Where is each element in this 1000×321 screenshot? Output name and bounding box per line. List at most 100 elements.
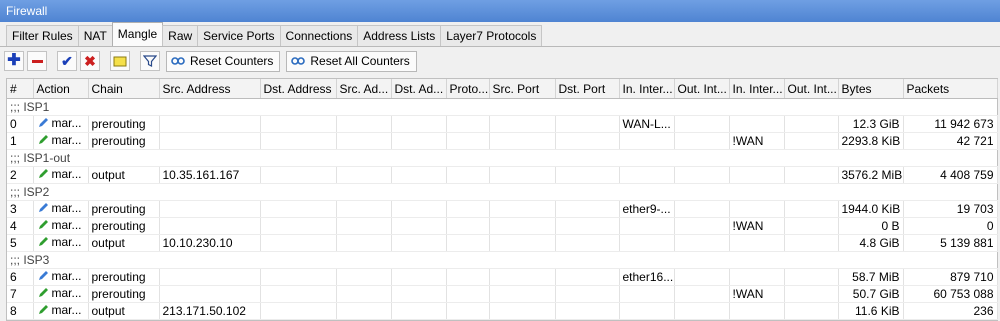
rule-src-address-list bbox=[336, 217, 392, 235]
reset-all-counters-label: Reset All Counters bbox=[310, 54, 410, 68]
tab-nat[interactable]: NAT bbox=[77, 25, 113, 46]
tab-raw[interactable]: Raw bbox=[162, 25, 199, 46]
rule-src-port bbox=[489, 302, 556, 320]
column-header[interactable]: Src. Port bbox=[489, 79, 556, 99]
rule-bytes: 58.7 MiB bbox=[838, 268, 904, 286]
rule-in-interface bbox=[619, 234, 675, 252]
column-header[interactable]: Out. Int... bbox=[784, 79, 839, 99]
pencil-icon bbox=[38, 237, 48, 246]
filter-button[interactable] bbox=[140, 51, 160, 71]
rule-action: mar... bbox=[33, 115, 89, 133]
remove-button[interactable] bbox=[27, 51, 47, 71]
comment-row[interactable]: ;;; ISP2 bbox=[7, 183, 997, 201]
column-header[interactable]: Dst. Ad... bbox=[391, 79, 447, 99]
minus-icon bbox=[31, 59, 43, 63]
tab-layer7-protocols[interactable]: Layer7 Protocols bbox=[440, 25, 543, 46]
pencil-icon bbox=[38, 118, 48, 127]
rule-in-interface: ether16... bbox=[619, 268, 675, 286]
rule-action-label: mar... bbox=[51, 286, 82, 300]
rule-protocol bbox=[446, 132, 490, 150]
reset-icon bbox=[291, 57, 306, 65]
rule-in-interface bbox=[619, 285, 675, 303]
rule-action: mar... bbox=[33, 200, 89, 218]
rule-dst-address-list bbox=[391, 302, 447, 320]
funnel-icon bbox=[143, 55, 157, 67]
rule-src-address: 10.10.230.10 bbox=[159, 234, 261, 252]
rule-action: mar... bbox=[33, 132, 89, 150]
rule-number: 1 bbox=[7, 132, 34, 150]
table-row[interactable]: 6 mar... prerouting ether16... 58.7 MiB 879 7… bbox=[7, 268, 998, 286]
column-header[interactable]: Bytes bbox=[838, 79, 904, 99]
rule-packets: 5 139 881 bbox=[903, 234, 998, 252]
rule-out-interface-list bbox=[784, 115, 839, 133]
rule-packets: 19 703 bbox=[903, 200, 998, 218]
table-row[interactable]: 0 mar... prerouting WAN-L... 12.3 GiB 11 942 … bbox=[7, 115, 998, 133]
disable-button[interactable]: ✖ bbox=[80, 51, 100, 71]
column-header[interactable]: Dst. Address bbox=[260, 79, 337, 99]
column-header[interactable]: Src. Ad... bbox=[336, 79, 392, 99]
column-header[interactable]: Proto... bbox=[446, 79, 490, 99]
column-header[interactable]: In. Inter... bbox=[729, 79, 785, 99]
comment-row[interactable]: ;;; ISP3 bbox=[7, 251, 997, 269]
rule-number: 3 bbox=[7, 200, 34, 218]
pencil-icon bbox=[38, 169, 48, 178]
table-row[interactable]: 2 mar... output 10.35.161.167 3576.2 MiB 4 40… bbox=[7, 166, 998, 184]
rule-in-interface-list bbox=[729, 302, 785, 320]
rule-dst-address bbox=[260, 268, 337, 286]
table-row[interactable]: 1 mar... prerouting !WAN 2293.8 KiB 42 721 bbox=[7, 132, 998, 150]
enable-button[interactable]: ✔ bbox=[57, 51, 77, 71]
rule-action-label: mar... bbox=[51, 269, 82, 283]
comment-row[interactable]: ;;; ISP1 bbox=[7, 98, 997, 116]
tab-connections[interactable]: Connections bbox=[279, 25, 359, 46]
reset-counters-button[interactable]: Reset Counters bbox=[166, 50, 281, 72]
rule-dst-port bbox=[555, 234, 620, 252]
rule-src-port bbox=[489, 166, 556, 184]
rule-dst-address bbox=[260, 166, 337, 184]
rule-protocol bbox=[446, 302, 490, 320]
table-row[interactable]: 8 mar... output 213.171.50.102 11.6 KiB 236 bbox=[7, 302, 998, 320]
plus-icon: ✚ bbox=[7, 52, 21, 69]
column-header[interactable]: In. Inter... bbox=[619, 79, 675, 99]
check-icon: ✔ bbox=[61, 52, 73, 69]
column-header[interactable]: # bbox=[7, 79, 34, 99]
rule-in-interface: ether9-... bbox=[619, 200, 675, 218]
table-row[interactable]: 5 mar... output 10.10.230.10 4.8 GiB 5 139 88… bbox=[7, 234, 998, 252]
rule-chain: prerouting bbox=[88, 200, 160, 218]
comment-row[interactable]: ;;; ISP1-out bbox=[7, 149, 997, 167]
column-header[interactable]: Src. Address bbox=[159, 79, 261, 99]
rule-dst-address bbox=[260, 285, 337, 303]
rule-comment: ;;; ISP1-out bbox=[7, 149, 997, 167]
comment-button[interactable] bbox=[110, 51, 130, 71]
rule-packets: 236 bbox=[903, 302, 998, 320]
column-header[interactable]: Packets bbox=[903, 79, 998, 99]
tab-mangle[interactable]: Mangle bbox=[111, 22, 164, 46]
rule-dst-port bbox=[555, 200, 620, 218]
rule-out-interface bbox=[674, 302, 730, 320]
rule-comment: ;;; ISP3 bbox=[7, 251, 997, 269]
column-header[interactable]: Dst. Port bbox=[555, 79, 620, 99]
tab-filter-rules[interactable]: Filter Rules bbox=[6, 25, 79, 46]
rule-dst-port bbox=[555, 285, 620, 303]
rule-dst-address-list bbox=[391, 234, 447, 252]
column-header[interactable]: Action bbox=[33, 79, 89, 99]
rule-in-interface-list bbox=[729, 234, 785, 252]
add-button[interactable]: ✚ bbox=[4, 51, 24, 71]
reset-all-counters-button[interactable]: Reset All Counters bbox=[286, 50, 417, 72]
rule-action-label: mar... bbox=[51, 167, 82, 181]
column-header[interactable]: Out. Int... bbox=[674, 79, 730, 99]
rule-out-interface-list bbox=[784, 234, 839, 252]
rule-dst-port bbox=[555, 302, 620, 320]
column-header[interactable]: Chain bbox=[88, 79, 160, 99]
rule-protocol bbox=[446, 285, 490, 303]
table-row[interactable]: 3 mar... prerouting ether9-... 1944.0 KiB 19 … bbox=[7, 200, 998, 218]
rule-number: 6 bbox=[7, 268, 34, 286]
window-title: Firewall bbox=[0, 0, 1000, 22]
rule-in-interface-list bbox=[729, 166, 785, 184]
rule-bytes: 1944.0 KiB bbox=[838, 200, 904, 218]
table-row[interactable]: 4 mar... prerouting !WAN 0 B0 bbox=[7, 217, 998, 235]
rule-out-interface bbox=[674, 285, 730, 303]
table-row[interactable]: 7 mar... prerouting !WAN 50.7 GiB 60 753 088 bbox=[7, 285, 998, 303]
tab-service-ports[interactable]: Service Ports bbox=[197, 25, 281, 46]
rule-number: 5 bbox=[7, 234, 34, 252]
tab-address-lists[interactable]: Address Lists bbox=[357, 25, 442, 46]
